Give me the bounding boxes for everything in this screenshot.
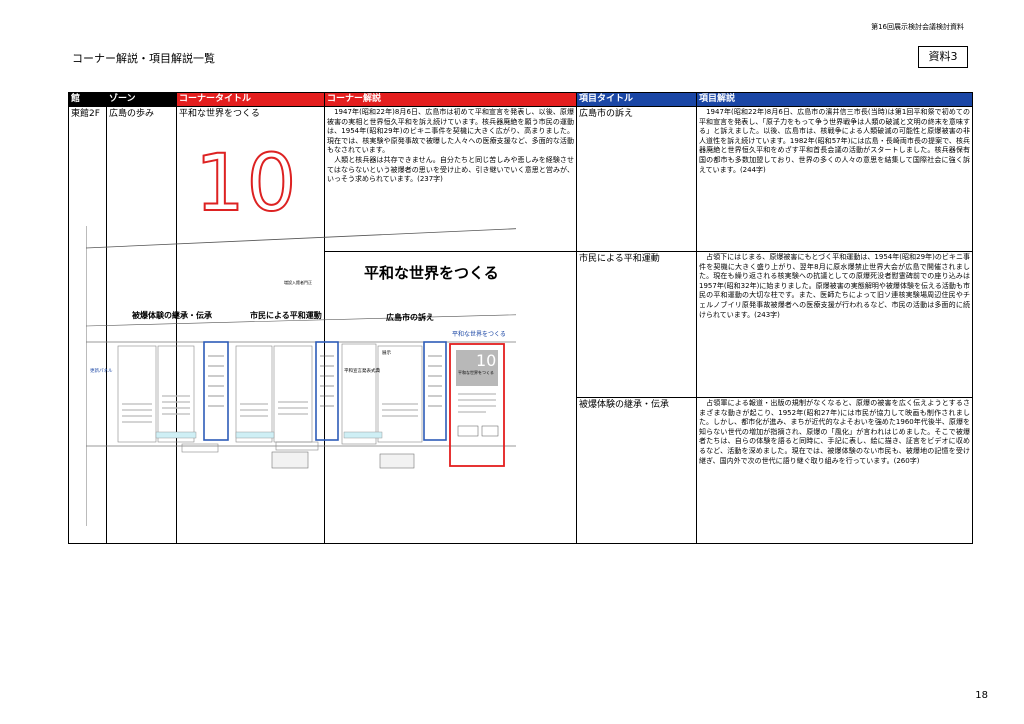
item-desc-cell: 占領軍による報道・出版の規制がなくなると、原爆の被害を広く伝えようとするさまざま…	[696, 397, 973, 544]
panel-text: 展示	[382, 350, 391, 356]
document-title: コーナー解説・項目解説一覧	[72, 52, 215, 65]
col-header-zone: ゾーン	[106, 92, 177, 107]
zone-label: 広島市の訴え	[386, 312, 434, 322]
col-header-item-title: 項目タイトル	[576, 92, 697, 107]
corner-number: 10	[194, 139, 299, 229]
header-note: 第16回展示検討会議検討資料	[871, 23, 964, 31]
floor-small-note: 増設入館者門正	[284, 279, 312, 285]
corner-title: 平和な世界をつくる	[179, 109, 260, 119]
col-header-item-desc: 項目解説	[696, 92, 973, 107]
col-header-corner-desc: コーナー解説	[324, 92, 577, 107]
floor-plan: 平和な世界をつくる 増設入館者門正 被爆体験の継承・伝承 市民による平和運動 広…	[86, 226, 516, 526]
table-header-row: 館 ゾーン コーナータイトル コーナー解説 項目タイトル 項目解説	[68, 92, 973, 107]
col-header-corner-title: コーナータイトル	[176, 92, 325, 107]
item-desc-cell: 1947年(昭和22年)8月6日、広島市の濱井信三市長(当時)は第1回平和祭で初…	[696, 106, 973, 252]
reference-label: 資料3	[918, 46, 968, 68]
page-number: 18	[975, 690, 988, 701]
corner-tag: 平和な世界をつくる	[452, 330, 506, 338]
item-title-cell: 広島市の訴え	[576, 106, 697, 252]
item-title-cell: 被爆体験の継承・伝承	[576, 397, 697, 544]
zone-label: 被爆体験の継承・伝承	[132, 310, 212, 320]
panel-text: 平和な世界をつくる	[458, 369, 494, 375]
floor-highlight-number: 10	[476, 351, 496, 370]
item-title-cell: 市民による平和運動	[576, 251, 697, 398]
zone-label: 市民による平和運動	[250, 310, 322, 320]
floor-main-title: 平和な世界をつくる	[364, 264, 499, 282]
panel-text: 平和宣言発表式典	[344, 367, 380, 374]
panel-label: 更新パネル	[90, 367, 113, 374]
col-header-building: 館	[68, 92, 107, 107]
item-desc-cell: 占領下にはじまる、原爆被害にもとづく平和運動は、1954年(昭和29年)のビキニ…	[696, 251, 973, 398]
